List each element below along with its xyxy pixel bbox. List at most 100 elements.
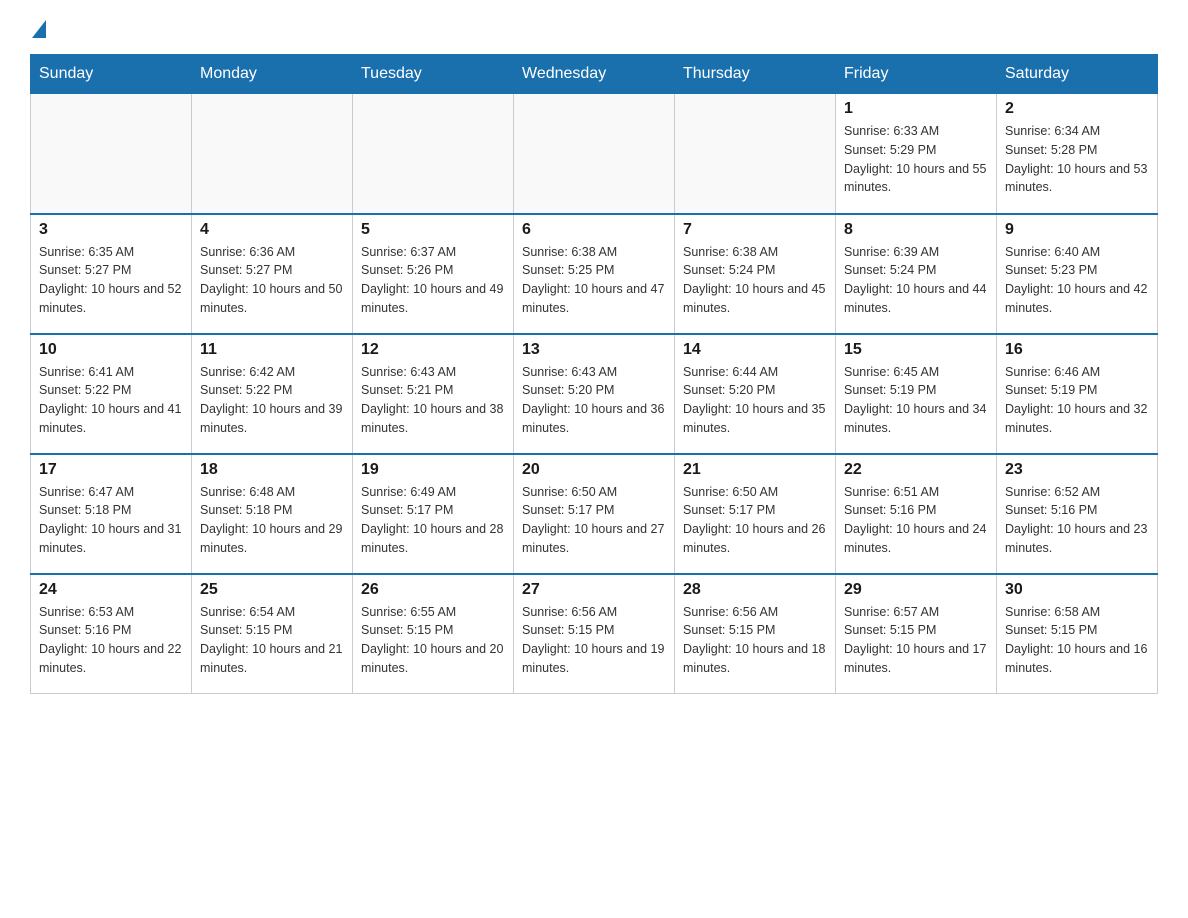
day-number: 21 [683,461,827,479]
day-info-text: Sunrise: 6:42 AM [200,363,344,382]
day-number: 1 [844,100,988,118]
day-info-text: Daylight: 10 hours and 34 minutes. [844,400,988,438]
day-info-text: Sunset: 5:15 PM [844,621,988,640]
calendar-day-cell: 16Sunrise: 6:46 AMSunset: 5:19 PMDayligh… [997,334,1158,454]
day-info-text: Sunset: 5:17 PM [361,501,505,520]
calendar-day-cell: 2Sunrise: 6:34 AMSunset: 5:28 PMDaylight… [997,94,1158,214]
day-info-text: Sunrise: 6:50 AM [522,483,666,502]
day-info-text: Daylight: 10 hours and 36 minutes. [522,400,666,438]
calendar-day-cell [192,94,353,214]
day-info-text: Sunset: 5:27 PM [200,261,344,280]
day-info-text: Sunrise: 6:34 AM [1005,122,1149,141]
day-info-text: Sunset: 5:24 PM [683,261,827,280]
calendar-day-cell: 23Sunrise: 6:52 AMSunset: 5:16 PMDayligh… [997,454,1158,574]
calendar-day-cell [675,94,836,214]
day-number: 10 [39,341,183,359]
calendar-week-row: 1Sunrise: 6:33 AMSunset: 5:29 PMDaylight… [31,94,1158,214]
day-number: 20 [522,461,666,479]
day-info-text: Daylight: 10 hours and 52 minutes. [39,280,183,318]
calendar-day-cell: 13Sunrise: 6:43 AMSunset: 5:20 PMDayligh… [514,334,675,454]
calendar-week-row: 17Sunrise: 6:47 AMSunset: 5:18 PMDayligh… [31,454,1158,574]
day-info-text: Sunset: 5:23 PM [1005,261,1149,280]
day-info-text: Sunset: 5:22 PM [200,381,344,400]
calendar-day-cell: 27Sunrise: 6:56 AMSunset: 5:15 PMDayligh… [514,574,675,694]
day-number: 29 [844,581,988,599]
day-info-text: Sunset: 5:19 PM [1005,381,1149,400]
day-number: 3 [39,221,183,239]
day-info-text: Sunset: 5:18 PM [39,501,183,520]
day-info-text: Daylight: 10 hours and 39 minutes. [200,400,344,438]
calendar-table: SundayMondayTuesdayWednesdayThursdayFrid… [30,54,1158,694]
day-info-text: Sunrise: 6:55 AM [361,603,505,622]
day-number: 16 [1005,341,1149,359]
calendar-day-cell: 10Sunrise: 6:41 AMSunset: 5:22 PMDayligh… [31,334,192,454]
day-info-text: Daylight: 10 hours and 17 minutes. [844,640,988,678]
day-info-text: Sunset: 5:16 PM [39,621,183,640]
day-info-text: Sunset: 5:17 PM [683,501,827,520]
day-number: 19 [361,461,505,479]
day-info-text: Sunrise: 6:56 AM [522,603,666,622]
day-of-week-header: Sunday [31,55,192,94]
day-of-week-header: Saturday [997,55,1158,94]
day-info-text: Sunrise: 6:47 AM [39,483,183,502]
calendar-day-cell: 8Sunrise: 6:39 AMSunset: 5:24 PMDaylight… [836,214,997,334]
day-info-text: Daylight: 10 hours and 35 minutes. [683,400,827,438]
calendar-week-row: 10Sunrise: 6:41 AMSunset: 5:22 PMDayligh… [31,334,1158,454]
calendar-day-cell: 28Sunrise: 6:56 AMSunset: 5:15 PMDayligh… [675,574,836,694]
day-info-text: Sunrise: 6:54 AM [200,603,344,622]
day-info-text: Sunset: 5:16 PM [844,501,988,520]
day-info-text: Sunrise: 6:38 AM [683,243,827,262]
day-info-text: Sunset: 5:21 PM [361,381,505,400]
page-header [30,20,1158,36]
calendar-day-cell: 25Sunrise: 6:54 AMSunset: 5:15 PMDayligh… [192,574,353,694]
day-info-text: Sunrise: 6:46 AM [1005,363,1149,382]
day-number: 12 [361,341,505,359]
day-number: 8 [844,221,988,239]
day-info-text: Sunset: 5:24 PM [844,261,988,280]
calendar-day-cell: 19Sunrise: 6:49 AMSunset: 5:17 PMDayligh… [353,454,514,574]
day-info-text: Daylight: 10 hours and 18 minutes. [683,640,827,678]
day-info-text: Sunrise: 6:45 AM [844,363,988,382]
day-info-text: Sunrise: 6:43 AM [522,363,666,382]
calendar-day-cell: 21Sunrise: 6:50 AMSunset: 5:17 PMDayligh… [675,454,836,574]
day-info-text: Sunrise: 6:53 AM [39,603,183,622]
day-number: 22 [844,461,988,479]
day-info-text: Daylight: 10 hours and 55 minutes. [844,160,988,198]
day-info-text: Sunrise: 6:51 AM [844,483,988,502]
day-info-text: Daylight: 10 hours and 22 minutes. [39,640,183,678]
day-info-text: Daylight: 10 hours and 41 minutes. [39,400,183,438]
day-info-text: Daylight: 10 hours and 45 minutes. [683,280,827,318]
day-info-text: Sunset: 5:15 PM [200,621,344,640]
day-info-text: Daylight: 10 hours and 29 minutes. [200,520,344,558]
day-info-text: Daylight: 10 hours and 38 minutes. [361,400,505,438]
day-number: 28 [683,581,827,599]
day-number: 9 [1005,221,1149,239]
calendar-day-cell [31,94,192,214]
day-info-text: Sunrise: 6:43 AM [361,363,505,382]
day-info-text: Daylight: 10 hours and 49 minutes. [361,280,505,318]
calendar-day-cell: 5Sunrise: 6:37 AMSunset: 5:26 PMDaylight… [353,214,514,334]
day-number: 14 [683,341,827,359]
day-info-text: Daylight: 10 hours and 47 minutes. [522,280,666,318]
day-info-text: Sunrise: 6:48 AM [200,483,344,502]
day-number: 13 [522,341,666,359]
day-info-text: Sunset: 5:29 PM [844,141,988,160]
day-number: 18 [200,461,344,479]
day-info-text: Daylight: 10 hours and 53 minutes. [1005,160,1149,198]
calendar-header-row: SundayMondayTuesdayWednesdayThursdayFrid… [31,55,1158,94]
day-info-text: Sunrise: 6:36 AM [200,243,344,262]
day-info-text: Daylight: 10 hours and 26 minutes. [683,520,827,558]
day-of-week-header: Monday [192,55,353,94]
day-info-text: Sunrise: 6:39 AM [844,243,988,262]
calendar-day-cell: 15Sunrise: 6:45 AMSunset: 5:19 PMDayligh… [836,334,997,454]
day-info-text: Sunrise: 6:52 AM [1005,483,1149,502]
day-info-text: Daylight: 10 hours and 50 minutes. [200,280,344,318]
calendar-day-cell: 14Sunrise: 6:44 AMSunset: 5:20 PMDayligh… [675,334,836,454]
day-info-text: Sunset: 5:18 PM [200,501,344,520]
calendar-day-cell: 26Sunrise: 6:55 AMSunset: 5:15 PMDayligh… [353,574,514,694]
calendar-day-cell: 1Sunrise: 6:33 AMSunset: 5:29 PMDaylight… [836,94,997,214]
day-info-text: Sunrise: 6:37 AM [361,243,505,262]
day-info-text: Daylight: 10 hours and 16 minutes. [1005,640,1149,678]
day-number: 27 [522,581,666,599]
calendar-day-cell: 20Sunrise: 6:50 AMSunset: 5:17 PMDayligh… [514,454,675,574]
